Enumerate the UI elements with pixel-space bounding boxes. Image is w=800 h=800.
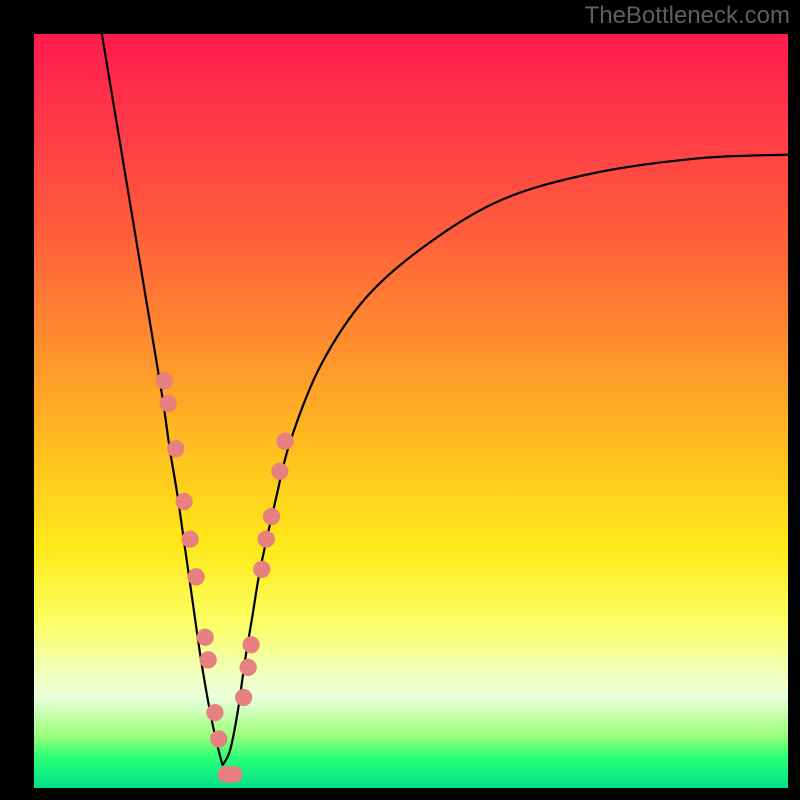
highlight-dots bbox=[156, 372, 294, 783]
highlight-dot bbox=[263, 508, 280, 525]
highlight-dot bbox=[197, 629, 214, 646]
highlight-dot bbox=[253, 561, 270, 578]
curve-svg bbox=[34, 34, 788, 788]
highlight-dot bbox=[210, 730, 227, 747]
highlight-dot bbox=[240, 659, 257, 676]
curve-right-branch bbox=[223, 155, 789, 766]
highlight-dot bbox=[167, 440, 184, 457]
highlight-dot bbox=[235, 689, 252, 706]
highlight-dot bbox=[243, 636, 260, 653]
highlight-dot bbox=[182, 531, 199, 548]
highlight-dot bbox=[200, 651, 217, 668]
highlight-dot bbox=[206, 704, 223, 721]
highlight-dot bbox=[156, 372, 173, 389]
watermark-text: TheBottleneck.com bbox=[585, 2, 790, 30]
highlight-dot bbox=[271, 463, 288, 480]
highlight-dot bbox=[160, 395, 177, 412]
highlight-dot bbox=[258, 531, 275, 548]
highlight-dot bbox=[188, 568, 205, 585]
highlight-dot bbox=[176, 493, 193, 510]
plot-area bbox=[34, 34, 788, 788]
chart-canvas: TheBottleneck.com bbox=[0, 0, 800, 800]
highlight-dot bbox=[225, 766, 242, 783]
highlight-dot bbox=[277, 433, 294, 450]
